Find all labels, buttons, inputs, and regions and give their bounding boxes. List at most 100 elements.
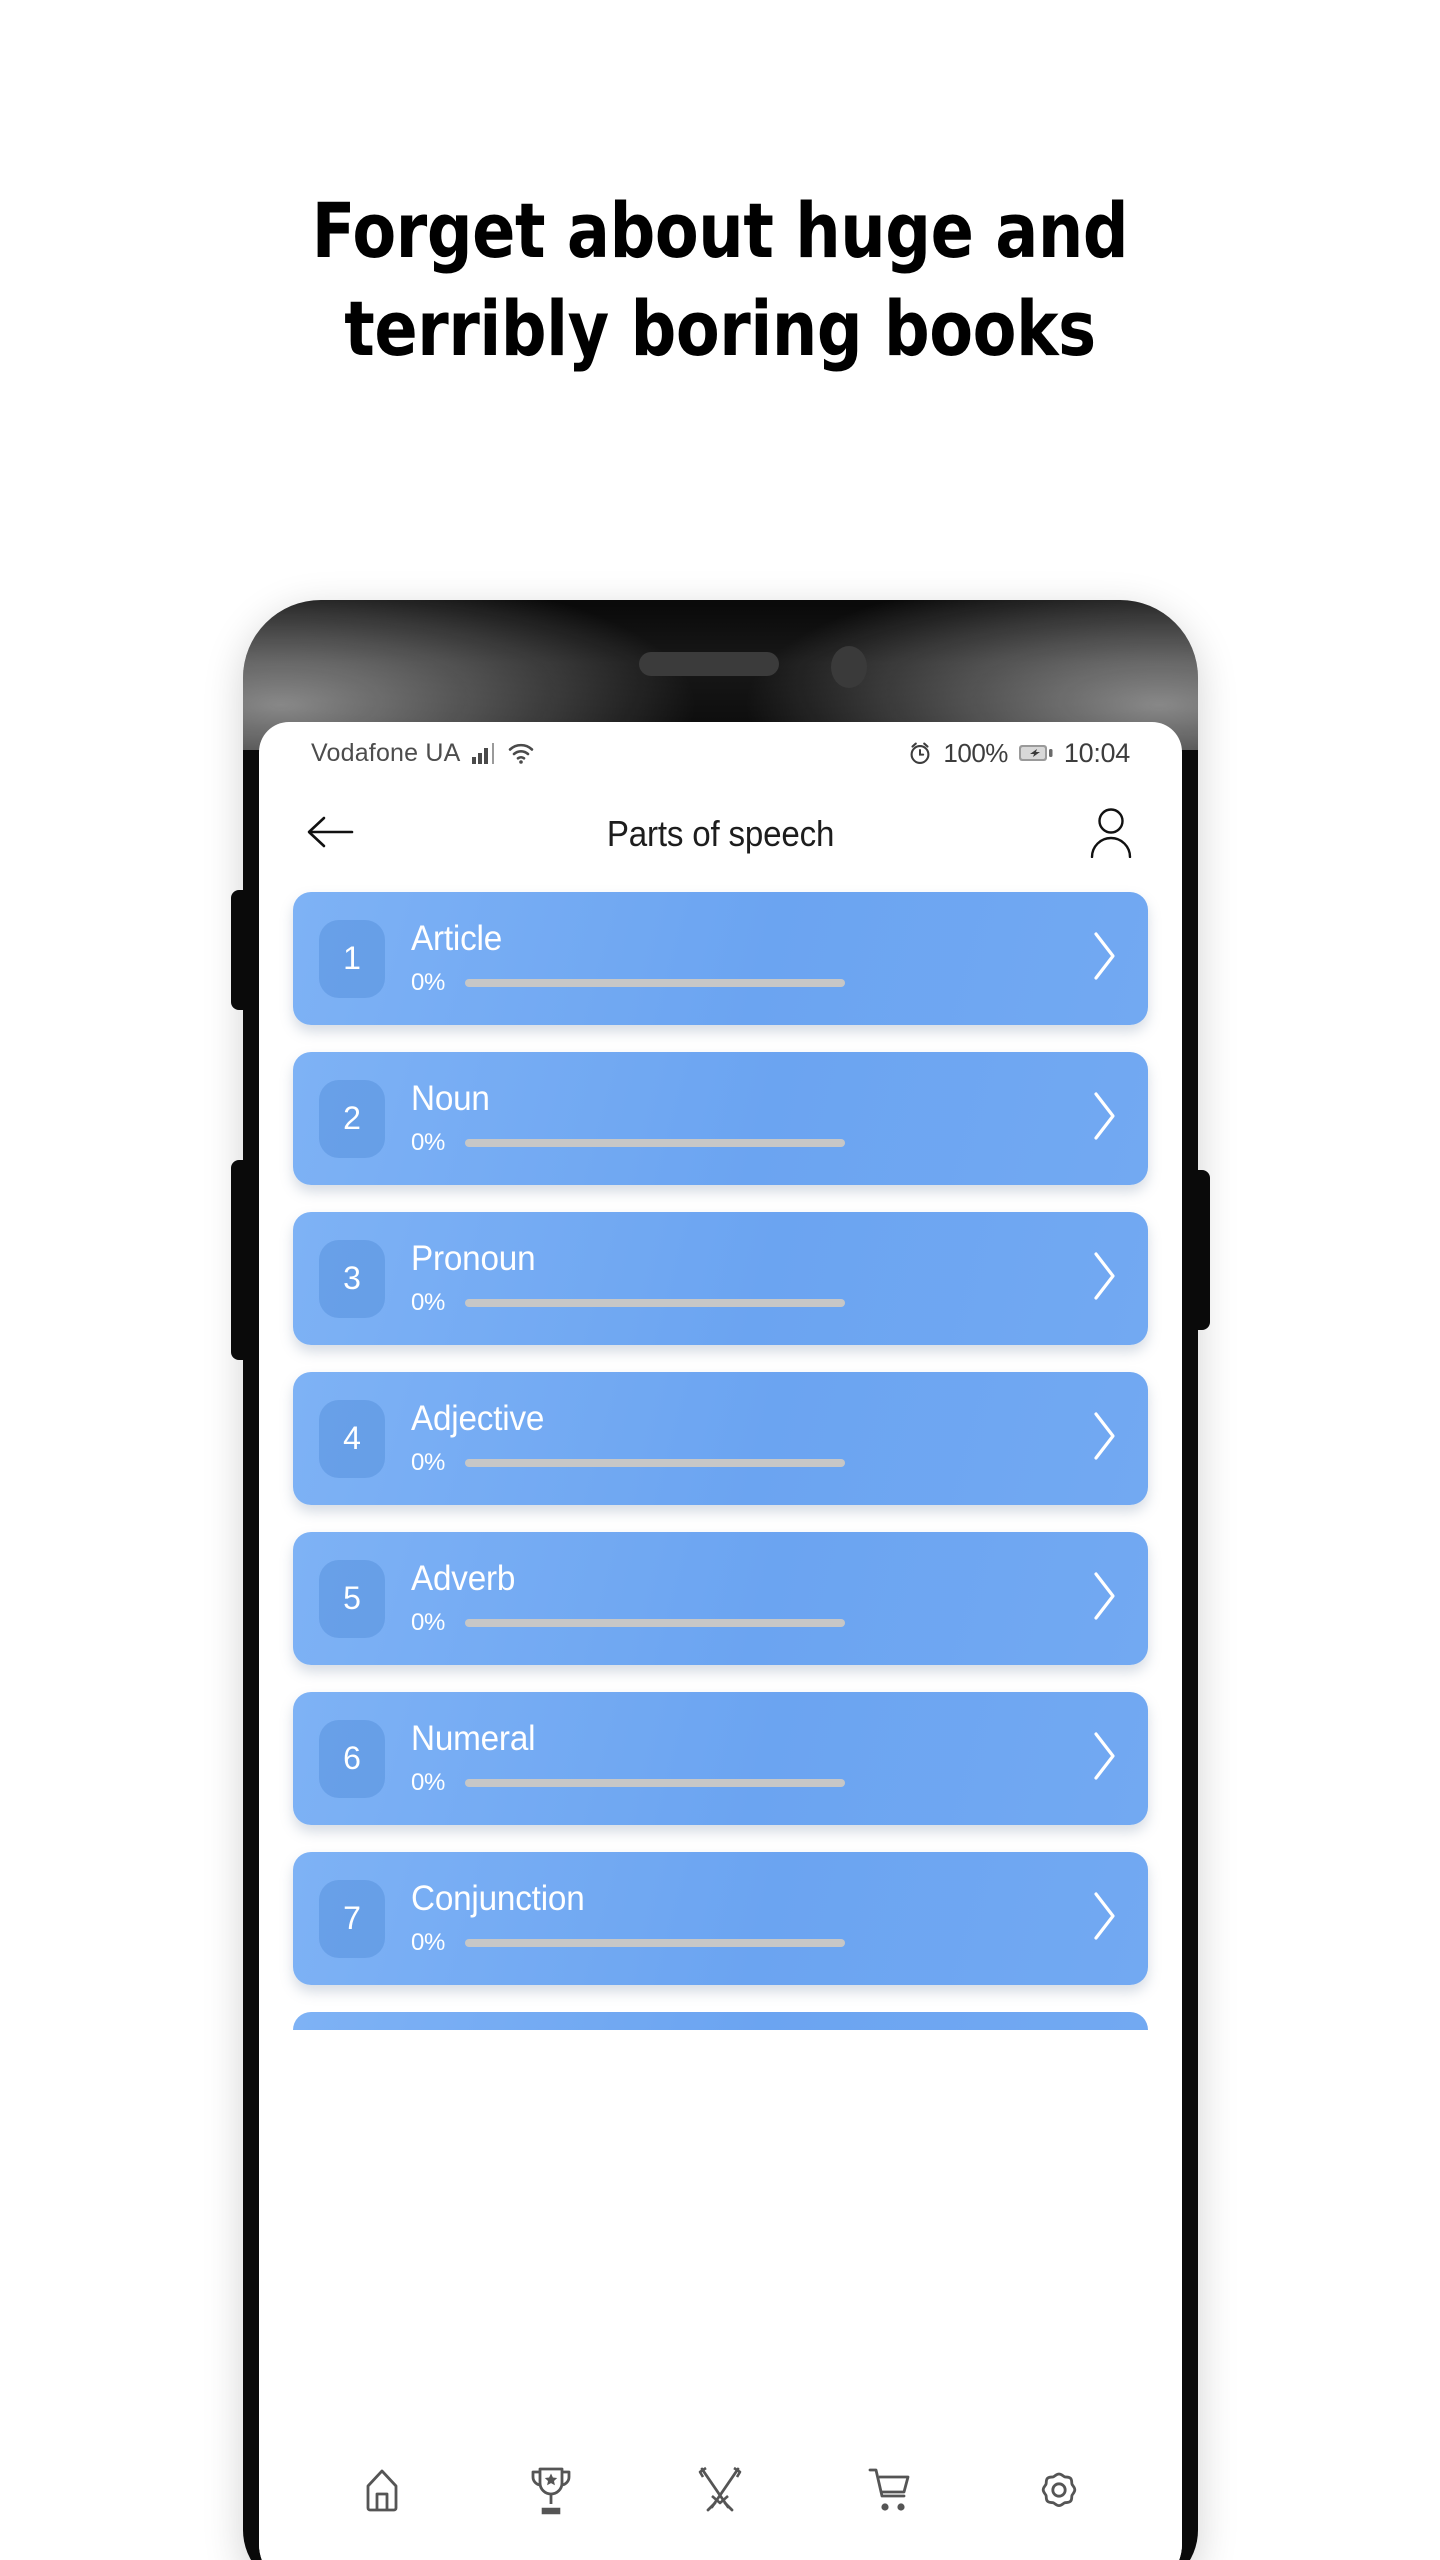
user-profile-icon: [1087, 806, 1135, 863]
nav-home[interactable]: [334, 2450, 430, 2534]
trophy-icon: [526, 2463, 576, 2522]
item-progress-row: 0%: [411, 1289, 1078, 1317]
back-button[interactable]: [297, 801, 363, 867]
item-progress-row: 0%: [411, 1769, 1078, 1797]
app-header: Parts of speech: [259, 784, 1182, 884]
signal-bars-icon: [471, 741, 497, 765]
item-progress-bar: [465, 1939, 845, 1947]
chevron-right-icon[interactable]: [1088, 1088, 1120, 1149]
item-progress-row: 0%: [411, 1449, 1078, 1477]
battery-percent-label: 100%: [943, 737, 1008, 768]
item-body: Adjective 0%: [411, 1400, 1078, 1477]
item-number-label: 6: [343, 1740, 361, 1776]
item-progress-row: 0%: [411, 969, 1078, 997]
headline-line-2: terribly boring books: [344, 284, 1096, 373]
item-number-badge: 4: [319, 1399, 385, 1478]
lesson-list[interactable]: 1 Article 0% 2 Noun 0% 3 Pronoun 0% 4 Ad…: [259, 884, 1182, 2560]
earpiece-speaker: [639, 652, 779, 676]
item-number-label: 3: [343, 1260, 361, 1296]
item-progress-label: 0%: [411, 1129, 446, 1156]
item-title: Article: [411, 919, 503, 958]
status-bar-left: Vodafone UA: [311, 739, 535, 768]
chevron-right-icon[interactable]: [1088, 1568, 1120, 1629]
item-progress-bar: [465, 979, 845, 987]
item-title: Adverb: [411, 1559, 516, 1598]
nav-achievements[interactable]: [503, 2450, 599, 2534]
table-row[interactable]: 4 Adjective 0%: [293, 1372, 1148, 1505]
item-progress-row: 0%: [411, 1129, 1078, 1157]
item-number-badge: 6: [319, 1719, 385, 1798]
table-row[interactable]: 2 Noun 0%: [293, 1052, 1148, 1185]
phone-mockup: Vodafone UA 100% 10:04 Parts of speech 1…: [231, 600, 1210, 2560]
chevron-right-icon[interactable]: [1088, 928, 1120, 989]
chevron-right-icon[interactable]: [1088, 1728, 1120, 1789]
volume-down-button[interactable]: [231, 1160, 245, 1360]
table-row[interactable]: 3 Pronoun 0%: [293, 1212, 1148, 1345]
table-row[interactable]: 5 Adverb 0%: [293, 1532, 1148, 1665]
item-progress-label: 0%: [411, 969, 446, 996]
item-number-badge: 3: [319, 1239, 385, 1318]
power-button[interactable]: [1196, 1170, 1210, 1330]
item-number-label: 1: [343, 940, 361, 976]
shopping-cart-icon: [864, 2464, 916, 2521]
item-progress-row: 0%: [411, 1609, 1078, 1637]
chevron-right-icon[interactable]: [1088, 1248, 1120, 1309]
back-arrow-icon: [304, 812, 356, 857]
item-title: Noun: [411, 1079, 490, 1118]
item-progress-bar: [465, 1619, 845, 1627]
item-body: Numeral 0%: [411, 1720, 1078, 1797]
item-body: Conjunction 0%: [411, 1880, 1078, 1957]
item-progress-row: 0%: [411, 1929, 1078, 1957]
page-title: Parts of speech: [606, 813, 835, 854]
item-progress-label: 0%: [411, 1289, 446, 1316]
item-number-label: 4: [343, 1420, 361, 1456]
crossed-swords-icon: [694, 2463, 746, 2522]
headline-line-1: Forget about huge and: [311, 186, 1129, 275]
item-body: Article 0%: [411, 920, 1078, 997]
carrier-label: Vodafone UA: [311, 738, 461, 767]
item-body: Adverb 0%: [411, 1560, 1078, 1637]
item-progress-label: 0%: [411, 1929, 446, 1956]
item-progress-label: 0%: [411, 1609, 446, 1636]
nav-battle[interactable]: [672, 2450, 768, 2534]
wifi-icon: [507, 741, 535, 765]
item-number-badge: 5: [319, 1559, 385, 1638]
bottom-navigation-bar: [259, 2428, 1182, 2560]
item-title: Adjective: [411, 1399, 545, 1438]
item-number-label: 7: [343, 1900, 361, 1936]
table-row[interactable]: 6 Numeral 0%: [293, 1692, 1148, 1825]
item-number-label: 2: [343, 1100, 361, 1136]
item-body: Pronoun 0%: [411, 1240, 1078, 1317]
battery-charging-icon: [1018, 742, 1054, 764]
item-title: Numeral: [411, 1719, 536, 1758]
item-number-badge: 7: [319, 1879, 385, 1958]
item-progress-bar: [465, 1779, 845, 1787]
profile-button[interactable]: [1078, 801, 1144, 867]
item-progress-label: 0%: [411, 1769, 446, 1796]
status-bar: Vodafone UA 100% 10:04: [259, 722, 1182, 784]
nav-settings[interactable]: [1011, 2450, 1107, 2534]
table-row[interactable]: 1 Article 0%: [293, 892, 1148, 1025]
item-number-badge: 1: [319, 919, 385, 998]
chevron-right-icon[interactable]: [1088, 1888, 1120, 1949]
phone-screen: Vodafone UA 100% 10:04 Parts of speech 1…: [259, 722, 1182, 2560]
home-icon: [357, 2464, 407, 2521]
item-number-label: 5: [343, 1580, 361, 1616]
volume-up-button[interactable]: [231, 890, 245, 1010]
item-progress-bar: [465, 1139, 845, 1147]
page-root: Forget about huge and terribly boring bo…: [0, 0, 1440, 2560]
item-progress-bar: [465, 1459, 845, 1467]
item-title: Pronoun: [411, 1239, 536, 1278]
settings-gear-icon: [1033, 2464, 1085, 2521]
front-camera-icon: [831, 646, 867, 688]
chevron-right-icon[interactable]: [1088, 1408, 1120, 1469]
item-body: Noun 0%: [411, 1080, 1078, 1157]
table-row[interactable]: 7 Conjunction 0%: [293, 1852, 1148, 1985]
item-title: Conjunction: [411, 1879, 585, 1918]
nav-shop[interactable]: [842, 2450, 938, 2534]
page-headline: Forget about huge and terribly boring bo…: [115, 182, 1325, 378]
status-bar-right: 100% 10:04: [907, 738, 1130, 769]
table-row-partial[interactable]: [293, 2012, 1148, 2030]
item-progress-bar: [465, 1299, 845, 1307]
item-number-badge: 2: [319, 1079, 385, 1158]
